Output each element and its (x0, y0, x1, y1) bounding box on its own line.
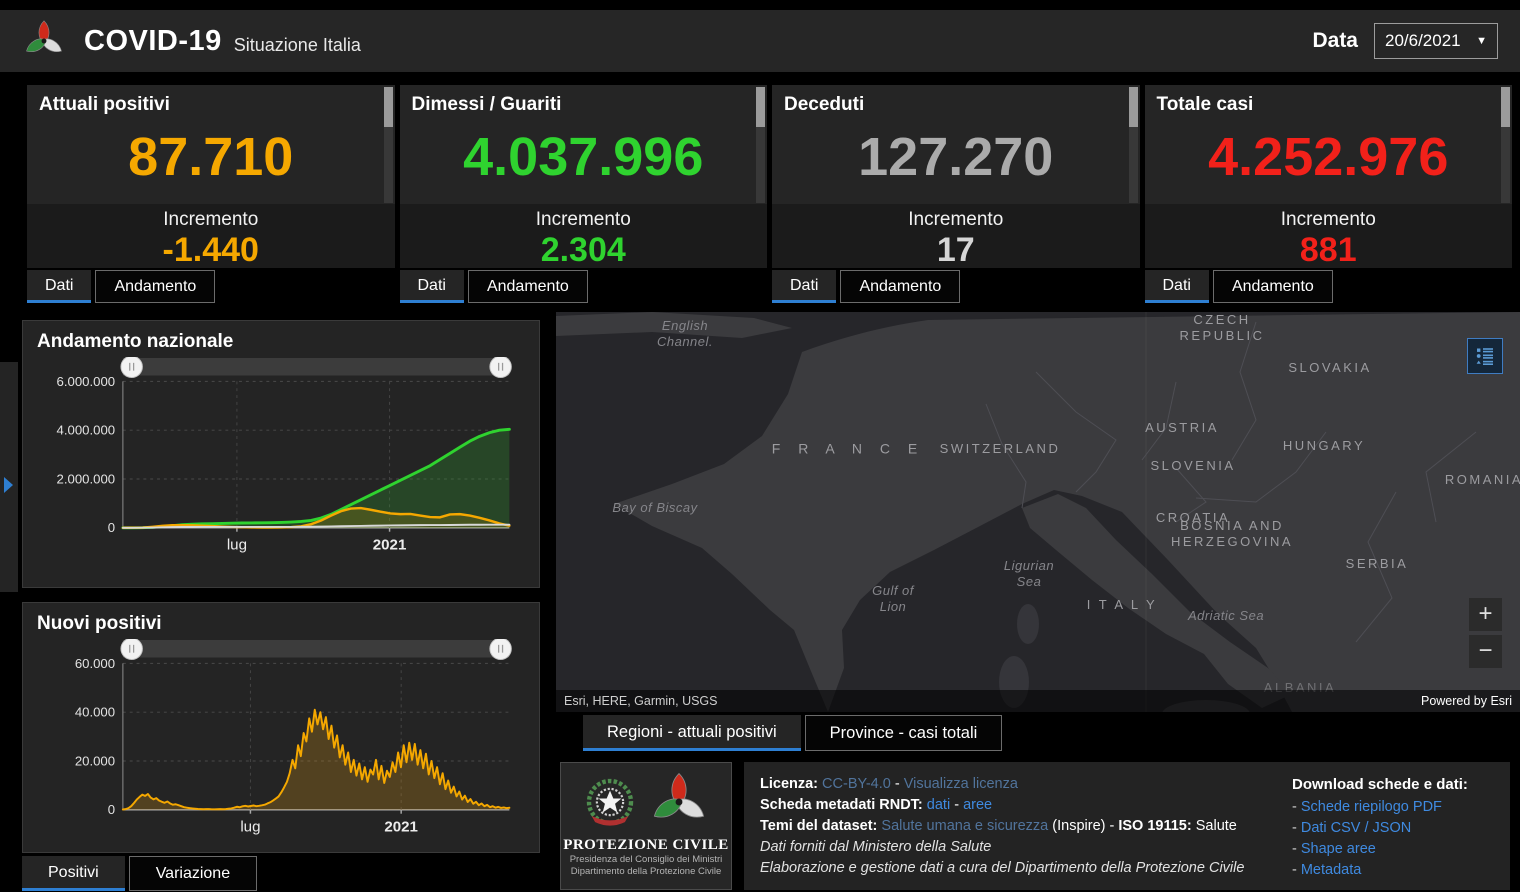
sidebar-expander[interactable] (0, 362, 18, 592)
svg-text:60.000: 60.000 (75, 656, 115, 671)
map[interactable]: English Channel.CZECH REPUBLICSLOVAKIAAU… (556, 312, 1520, 712)
svg-text:0: 0 (108, 802, 115, 817)
card-title: Dimessi / Guariti (400, 85, 768, 116)
svg-text:40.000: 40.000 (75, 705, 115, 720)
card-attuali-positivi: Attuali positivi 87.710 Incremento -1.44… (27, 85, 395, 303)
scrollbar[interactable] (1501, 87, 1510, 203)
map-zoom-out-button[interactable]: − (1469, 635, 1502, 668)
svg-text:lug: lug (240, 818, 260, 835)
date-select[interactable]: 20/6/2021 ▼ (1374, 23, 1498, 59)
increment-value: -1.440 (27, 231, 395, 268)
italy-emblem-icon (582, 774, 638, 830)
card-value: 4.252.976 (1145, 116, 1513, 198)
chevron-down-icon: ▼ (1476, 35, 1487, 47)
card-value: 127.270 (772, 116, 1140, 198)
tab-andamento[interactable]: Andamento (468, 270, 588, 303)
svg-text:20.000: 20.000 (75, 753, 115, 768)
nuovi-positivi-chart[interactable]: 0 20.000 40.000 60.000 lug 2021 (37, 639, 525, 839)
legend-icon (1475, 346, 1495, 366)
card-value: 87.710 (27, 116, 395, 198)
link-metadata[interactable]: Metadata (1301, 862, 1361, 878)
increment-label: Incremento (400, 209, 768, 231)
app-header: COVID-19 Situazione Italia Data 20/6/202… (0, 10, 1520, 72)
slider-handle (121, 357, 142, 377)
link-salute-umana[interactable]: Salute umana e sicurezza (881, 818, 1048, 834)
stat-cards-row: Attuali positivi 87.710 Incremento -1.44… (27, 85, 1512, 303)
card-deceduti: Deceduti 127.270 Incremento 17 Dati Anda… (772, 85, 1140, 303)
scrollbar[interactable] (1129, 87, 1138, 203)
powered-by-esri: Powered by Esri (1421, 694, 1512, 708)
map-zoom-in-button[interactable]: + (1469, 598, 1502, 631)
tab-positivi[interactable]: Positivi (22, 856, 125, 891)
increment-value: 2.304 (400, 231, 768, 268)
footer-logo-line1: Presidenza del Consiglio dei Ministri (561, 854, 731, 866)
protezione-civile-logo-icon (22, 19, 66, 63)
increment-value: 881 (1145, 231, 1513, 268)
tab-andamento[interactable]: Andamento (840, 270, 960, 303)
chart-title: Nuovi positivi (37, 613, 525, 635)
link-cc-by[interactable]: CC-BY-4.0 (822, 776, 891, 792)
svg-text:2.000.000: 2.000.000 (57, 471, 116, 486)
page-title: COVID-19 (84, 25, 222, 58)
chart-title: Andamento nazionale (37, 331, 525, 353)
svg-text:2021: 2021 (384, 818, 418, 835)
chevron-right-icon (4, 477, 13, 493)
download-block: Download schede e dati: -Schede riepilog… (1292, 774, 1502, 881)
svg-text:2021: 2021 (373, 536, 407, 553)
svg-text:lug: lug (227, 536, 247, 553)
tab-dati[interactable]: Dati (400, 270, 464, 303)
card-dimessi-guariti: Dimessi / Guariti 4.037.996 Incremento 2… (400, 85, 768, 303)
legend-button[interactable] (1467, 338, 1503, 374)
link-shape-aree[interactable]: Shape aree (1301, 841, 1376, 857)
license-panel: Licenza: CC-BY-4.0 - Visualizza licenza … (744, 762, 1510, 890)
andamento-nazionale-chart[interactable]: 0 2.000.000 4.000.000 6.000.000 lug 2021 (37, 357, 525, 557)
tab-andamento[interactable]: Andamento (1213, 270, 1333, 303)
map-attribution: Esri, HERE, Garmin, USGS Powered by Esri (556, 690, 1520, 712)
tab-dati[interactable]: Dati (772, 270, 836, 303)
tab-andamento[interactable]: Andamento (95, 270, 215, 303)
slider-handle (490, 357, 511, 377)
card-value: 4.037.996 (400, 116, 768, 198)
card-title: Totale casi (1145, 85, 1513, 116)
page-subtitle: Situazione Italia (234, 27, 361, 56)
increment-label: Incremento (772, 209, 1140, 231)
date-value: 20/6/2021 (1385, 31, 1461, 51)
protezione-civile-logo-icon (648, 771, 710, 833)
tab-variazione[interactable]: Variazione (129, 856, 257, 891)
card-title: Deceduti (772, 85, 1140, 116)
scrollbar[interactable] (384, 87, 393, 203)
footer-logo-panel: PROTEZIONE CIVILE Presidenza del Consigl… (560, 762, 732, 890)
tab-dati[interactable]: Dati (27, 270, 91, 303)
attribution-text: Esri, HERE, Garmin, USGS (564, 694, 718, 708)
date-label: Data (1312, 29, 1358, 53)
basemap (556, 312, 1520, 712)
map-tabs: Regioni - attuali positivi Province - ca… (583, 715, 1006, 751)
slider-handle (121, 639, 142, 659)
tab-dati[interactable]: Dati (1145, 270, 1209, 303)
tab-province-casi-totali[interactable]: Province - casi totali (805, 715, 1003, 751)
panel-nuovi-positivi: Nuovi positivi 0 20.000 40.000 60.000 lug 202… (22, 602, 540, 853)
tab-regioni-attuali-positivi[interactable]: Regioni - attuali positivi (583, 715, 801, 751)
increment-label: Incremento (27, 209, 395, 231)
increment-value: 17 (772, 231, 1140, 268)
footer-logo-line2: Dipartimento della Protezione Civile (561, 866, 731, 878)
increment-label: Incremento (1145, 209, 1513, 231)
link-visualizza-licenza[interactable]: Visualizza licenza (904, 776, 1018, 792)
nuovi-positivi-tabs: Positivi Variazione (22, 856, 261, 891)
slider-handle (490, 639, 511, 659)
svg-text:0: 0 (108, 520, 115, 535)
link-dati[interactable]: dati (927, 797, 950, 813)
panel-andamento-nazionale: Andamento nazionale 0 2.000.000 4.000.000 6… (22, 320, 540, 588)
svg-text:6.000.000: 6.000.000 (57, 374, 116, 389)
card-title: Attuali positivi (27, 85, 395, 116)
card-totale-casi: Totale casi 4.252.976 Incremento 881 Dat… (1145, 85, 1513, 303)
link-aree[interactable]: aree (963, 797, 992, 813)
link-schede-riepilogo-pdf[interactable]: Schede riepilogo PDF (1301, 799, 1442, 815)
link-dati-csv-json[interactable]: Dati CSV / JSON (1301, 820, 1411, 836)
footer-logo-title: PROTEZIONE CIVILE (561, 837, 731, 854)
scrollbar[interactable] (756, 87, 765, 203)
download-title: Download schede e dati: (1292, 774, 1502, 795)
svg-text:4.000.000: 4.000.000 (57, 423, 116, 438)
